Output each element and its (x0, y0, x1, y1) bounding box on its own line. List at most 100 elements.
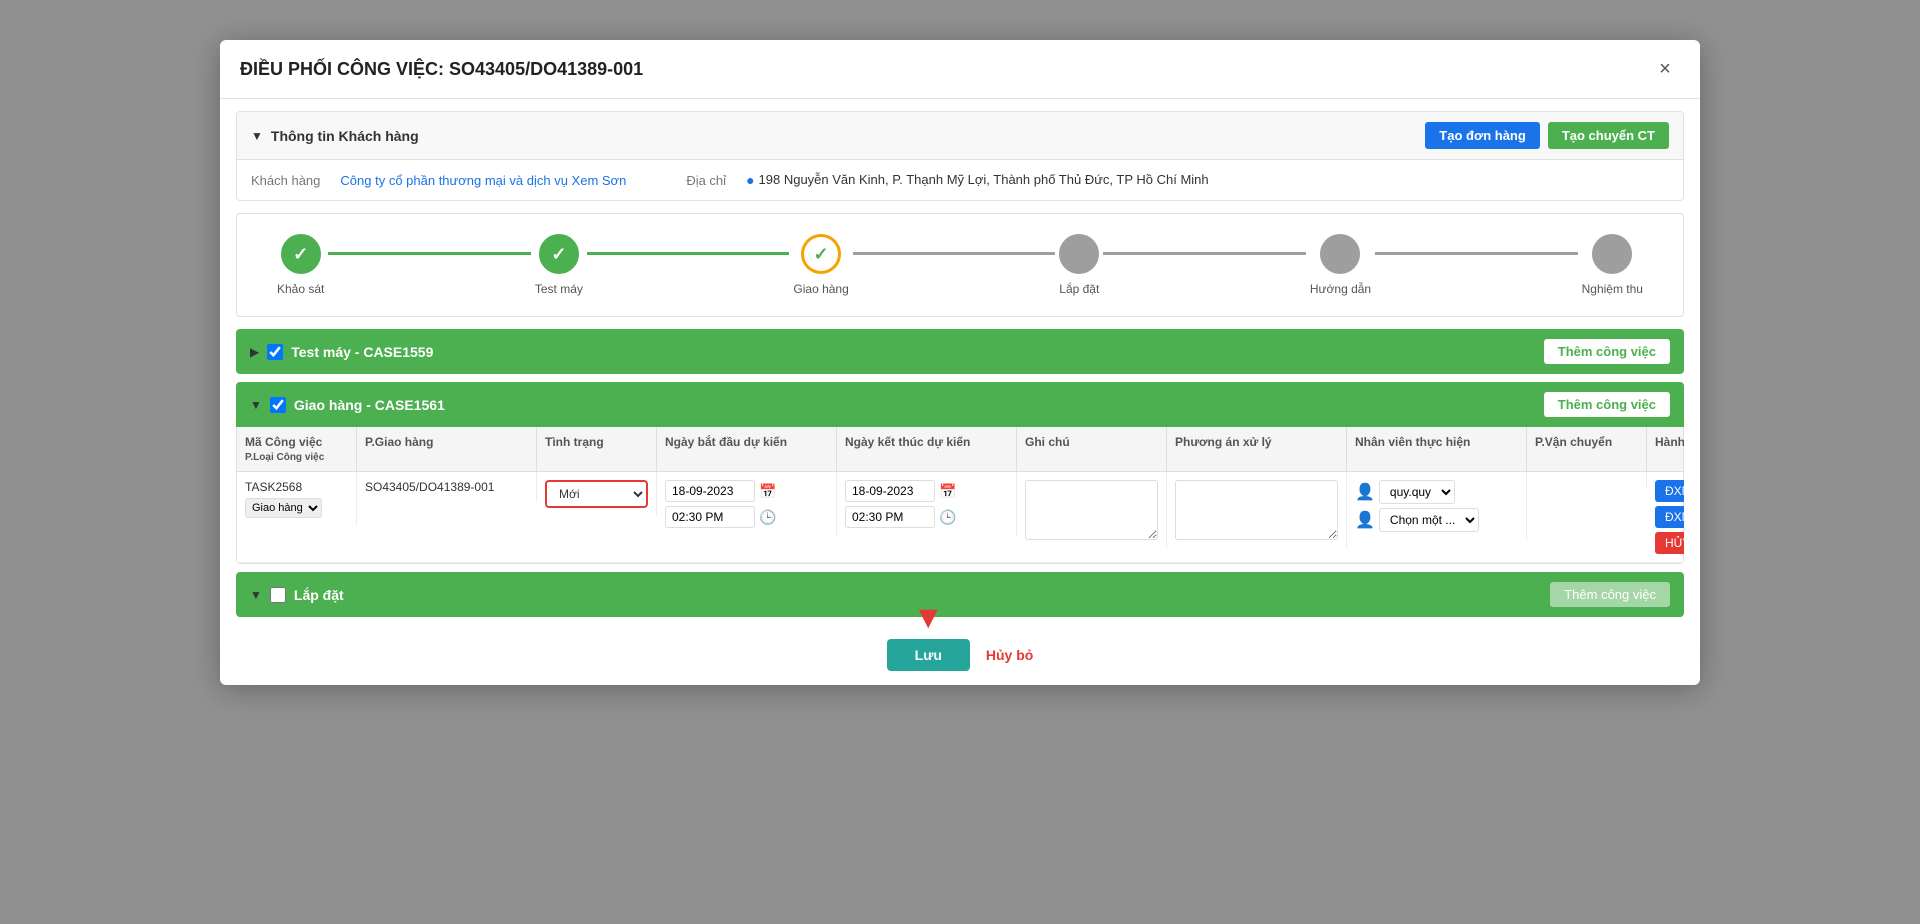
lap-dat-section-wrapper: ▼ Lắp đặt Thêm công việc (236, 572, 1684, 617)
phan-loai-select[interactable]: Giao hàng (245, 498, 322, 518)
tinh-trang-select[interactable]: Mới Đang làm Hoàn thành Hủy (545, 480, 648, 508)
step-label-test-may: Test máy (535, 282, 583, 296)
giao-hang-header: ▼ Giao hàng - CASE1561 Thêm công việc (236, 382, 1684, 427)
address-text: 198 Nguyễn Văn Kinh, P. Thạnh Mỹ Lợi, Th… (759, 172, 1209, 187)
modal-header: ĐIỀU PHỐI CÔNG VIỆC: SO43405/DO41389-001… (220, 40, 1700, 99)
lap-dat-collapse-arrow[interactable]: ▼ (250, 588, 262, 602)
step-label-giao-hang: Giao hàng (793, 282, 848, 296)
date-kt-row: 📅 (845, 480, 956, 502)
address-value: ● 198 Nguyễn Văn Kinh, P. Thạnh Mỹ Lợi, … (746, 172, 1209, 188)
step-khao-sat[interactable]: ✓ Khảo sát (277, 234, 324, 296)
col-header-ngay-bd: Ngày bắt đầu dự kiến (657, 427, 837, 471)
phuong-an-textarea[interactable] (1175, 480, 1338, 540)
clock-kt-icon[interactable]: 🕒 (939, 509, 956, 526)
clock-bd-icon[interactable]: 🕒 (759, 509, 776, 526)
step-circle-nghiem-thu (1592, 234, 1632, 274)
step-lap-dat[interactable]: Lắp đặt (1059, 234, 1099, 296)
step-label-lap-dat: Lắp đặt (1059, 282, 1099, 296)
progress-section: ✓ Khảo sát ✓ Test máy ✓ Giao hàng Lắp đặ… (236, 213, 1684, 317)
test-may-title: Test máy - CASE1559 (291, 344, 433, 360)
cell-pgiao-hang: SO43405/DO41389-001 (357, 472, 537, 502)
step-circle-huong-dan (1320, 234, 1360, 274)
huy-button[interactable]: HỦY (1655, 532, 1684, 554)
lap-dat-add-task-button[interactable]: Thêm công việc (1550, 582, 1670, 607)
customer-label: Khách hàng (251, 173, 320, 188)
collapse-arrow[interactable]: ▼ (251, 129, 263, 143)
giao-hang-collapse-arrow[interactable]: ▼ (250, 398, 262, 412)
step-nghiem-thu[interactable]: Nghiệm thu (1582, 234, 1643, 296)
giao-hang-checkbox[interactable] (270, 397, 286, 413)
ghi-chu-textarea[interactable] (1025, 480, 1158, 540)
luu-button[interactable]: Lưu (887, 639, 970, 671)
cell-p-van-chuyen (1527, 472, 1647, 488)
col-header-p-van-chuyen: P.Vận chuyển (1527, 427, 1647, 471)
giao-hang-add-task-button[interactable]: Thêm công việc (1544, 392, 1670, 417)
step-circle-khao-sat: ✓ (281, 234, 321, 274)
customer-section: ▼ Thông tin Khách hàng Tạo đơn hàng Tạo … (236, 111, 1684, 201)
person-icon-2: 👤 (1355, 510, 1375, 530)
col-header-phuong-an: Phương án xử lý (1167, 427, 1347, 471)
step-test-may[interactable]: ✓ Test máy (535, 234, 583, 296)
modal-footer: ▼ Lưu Hủy bỏ (220, 625, 1700, 685)
nhan-vien-cell: 👤 quy.quy 👤 Chọn một ... (1355, 480, 1479, 532)
col-header-pgiao-hang: P.Giao hàng (357, 427, 537, 471)
date-bd-row: 📅 (665, 480, 776, 502)
step-huong-dan[interactable]: Hướng dẫn (1310, 234, 1371, 296)
step-circle-giao-hang: ✓ (801, 234, 841, 274)
test-may-header: ▶ Test máy - CASE1559 Thêm công việc (236, 329, 1684, 374)
progress-line-5 (1375, 252, 1578, 255)
close-button[interactable]: × (1650, 54, 1680, 84)
ngay-bd-input[interactable] (665, 480, 755, 502)
nhan-vien-row-1: 👤 quy.quy (1355, 480, 1479, 504)
nhan-vien-select-1[interactable]: quy.quy (1379, 480, 1455, 504)
test-may-checkbox[interactable] (267, 344, 283, 360)
location-icon: ● (746, 172, 754, 188)
nhan-vien-select-2[interactable]: Chọn một ... (1379, 508, 1479, 532)
progress-line-4 (1103, 252, 1306, 255)
footer-buttons: ▼ Lưu (887, 639, 970, 671)
test-may-add-task-button[interactable]: Thêm công việc (1544, 339, 1670, 364)
table-header-row: Mã Công việcP.Loại Công việc P.Giao hàng… (237, 427, 1683, 472)
tao-chuyen-ct-button[interactable]: Tạo chuyển CT (1548, 122, 1669, 149)
gio-bd-input[interactable] (665, 506, 755, 528)
lap-dat-checkbox[interactable] (270, 587, 286, 603)
ngay-bd-group: 📅 🕒 (665, 480, 776, 528)
customer-header-left: ▼ Thông tin Khách hàng (251, 128, 419, 144)
giao-hang-header-left: ▼ Giao hàng - CASE1561 (250, 397, 445, 413)
gio-kt-input[interactable] (845, 506, 935, 528)
nhan-vien-row-2: 👤 Chọn một ... (1355, 508, 1479, 532)
dxnv-button-2[interactable]: ĐXNV (1655, 506, 1684, 528)
cell-ma-cv: TASK2568 Giao hàng (237, 472, 357, 526)
cell-nhan-vien: 👤 quy.quy 👤 Chọn một ... (1347, 472, 1527, 540)
table-row: TASK2568 Giao hàng SO43405/DO41389-001 (237, 472, 1683, 563)
cell-tinh-trang[interactable]: Mới Đang làm Hoàn thành Hủy (537, 472, 657, 516)
giao-hang-title: Giao hàng - CASE1561 (294, 397, 445, 413)
huy-bo-button[interactable]: Hủy bỏ (986, 647, 1033, 663)
header-action-buttons: Tạo đơn hàng Tạo chuyển CT (1425, 122, 1669, 149)
ngay-kt-input[interactable] (845, 480, 935, 502)
step-label-huong-dan: Hướng dẫn (1310, 282, 1371, 296)
col-header-ngay-kt: Ngày kết thúc dự kiến (837, 427, 1017, 471)
modal-title: ĐIỀU PHỐI CÔNG VIỆC: SO43405/DO41389-001 (240, 59, 643, 80)
ma-cv-value: TASK2568 (245, 480, 302, 494)
col-header-tinh-trang: Tình trạng (537, 427, 657, 471)
time-bd-row: 🕒 (665, 506, 776, 528)
progress-bar: ✓ Khảo sát ✓ Test máy ✓ Giao hàng Lắp đặ… (277, 234, 1643, 296)
pgiao-hang-value: SO43405/DO41389-001 (365, 480, 494, 494)
calendar-kt-icon[interactable]: 📅 (939, 483, 956, 500)
tao-don-hang-button[interactable]: Tạo đơn hàng (1425, 122, 1540, 149)
step-circle-lap-dat (1059, 234, 1099, 274)
calendar-bd-icon[interactable]: 📅 (759, 483, 776, 500)
step-giao-hang[interactable]: ✓ Giao hàng (793, 234, 848, 296)
customer-value[interactable]: Công ty cổ phần thương mại và dịch vụ Xe… (340, 173, 626, 188)
customer-body: Khách hàng Công ty cổ phần thương mại và… (237, 160, 1683, 200)
dxnv-button-1[interactable]: ĐXNV (1655, 480, 1684, 502)
lap-dat-section: ▼ Lắp đặt Thêm công việc (236, 572, 1684, 617)
test-may-collapse-arrow[interactable]: ▶ (250, 345, 259, 359)
cell-hanh-dong: ĐXNV ĐXNV HỦY (1647, 472, 1684, 562)
cell-ghi-chu[interactable] (1017, 472, 1167, 548)
ngay-kt-group: 📅 🕒 (845, 480, 956, 528)
col-header-hanh-dong: Hành động (1647, 427, 1684, 471)
step-circle-test-may: ✓ (539, 234, 579, 274)
cell-phuong-an[interactable] (1167, 472, 1347, 548)
